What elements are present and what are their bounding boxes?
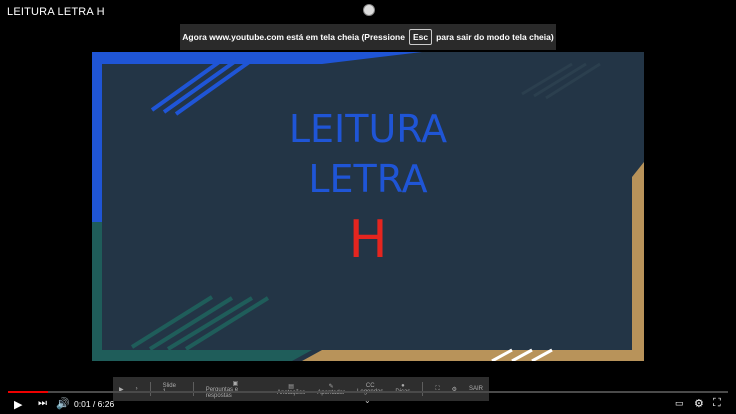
notes-icon: ▤ bbox=[288, 383, 294, 390]
window-title: LEITURA LETRA H bbox=[7, 6, 105, 18]
notice-text-before: Agora www.youtube.com está em tela cheia… bbox=[182, 32, 405, 42]
gear-icon[interactable]: ⚙ bbox=[694, 397, 704, 410]
help-button[interactable]: ●Dicas bbox=[395, 383, 410, 395]
slide-selector[interactable]: Slide 1 bbox=[163, 383, 181, 395]
presentation-slide[interactable]: LEITURA LETRA H bbox=[92, 52, 644, 361]
exit-fullscreen-icon[interactable]: ⛶ bbox=[713, 397, 721, 410]
chevron-down-icon[interactable]: ⌄ bbox=[364, 396, 371, 405]
progress-fill bbox=[8, 391, 48, 393]
esc-key-badge: Esc bbox=[408, 29, 433, 45]
fullscreen-notice: Agora www.youtube.com está em tela cheia… bbox=[180, 24, 556, 50]
questions-button[interactable]: ▣ Perguntas e respostas bbox=[206, 380, 265, 399]
toolbar-divider bbox=[192, 382, 194, 396]
slide-word-letra: LETRA bbox=[308, 157, 428, 201]
time-display: 0:01 / 6:26 bbox=[74, 399, 115, 409]
notice-text-after: para sair do modo tela cheia) bbox=[436, 32, 554, 42]
notes-button[interactable]: ▤Anotações bbox=[277, 383, 305, 396]
next-icon[interactable]: ⏭ bbox=[38, 398, 47, 409]
progress-bar[interactable] bbox=[8, 391, 728, 393]
questions-icon: ▣ bbox=[232, 380, 239, 387]
pointer-icon: ✎ bbox=[328, 383, 334, 390]
volume-icon[interactable]: 🔊 bbox=[56, 397, 70, 410]
slide-word-leitura: LEITURA bbox=[288, 107, 448, 151]
slide-word-h: H bbox=[348, 210, 388, 270]
captions-button[interactable]: CCLegendas bbox=[357, 383, 383, 395]
play-icon[interactable]: ▶ bbox=[14, 398, 22, 411]
toolbar-divider bbox=[422, 382, 424, 396]
toolbar-divider bbox=[149, 382, 151, 396]
pointer-button[interactable]: ✎Apontador bbox=[317, 383, 345, 396]
fullscreen-indicator-icon bbox=[363, 4, 375, 16]
slides-toolbar: ▶ › Slide 1 ▣Perguntas e respostas ▤Anot… bbox=[113, 377, 489, 401]
captions-icon[interactable]: ▭ bbox=[675, 398, 684, 409]
